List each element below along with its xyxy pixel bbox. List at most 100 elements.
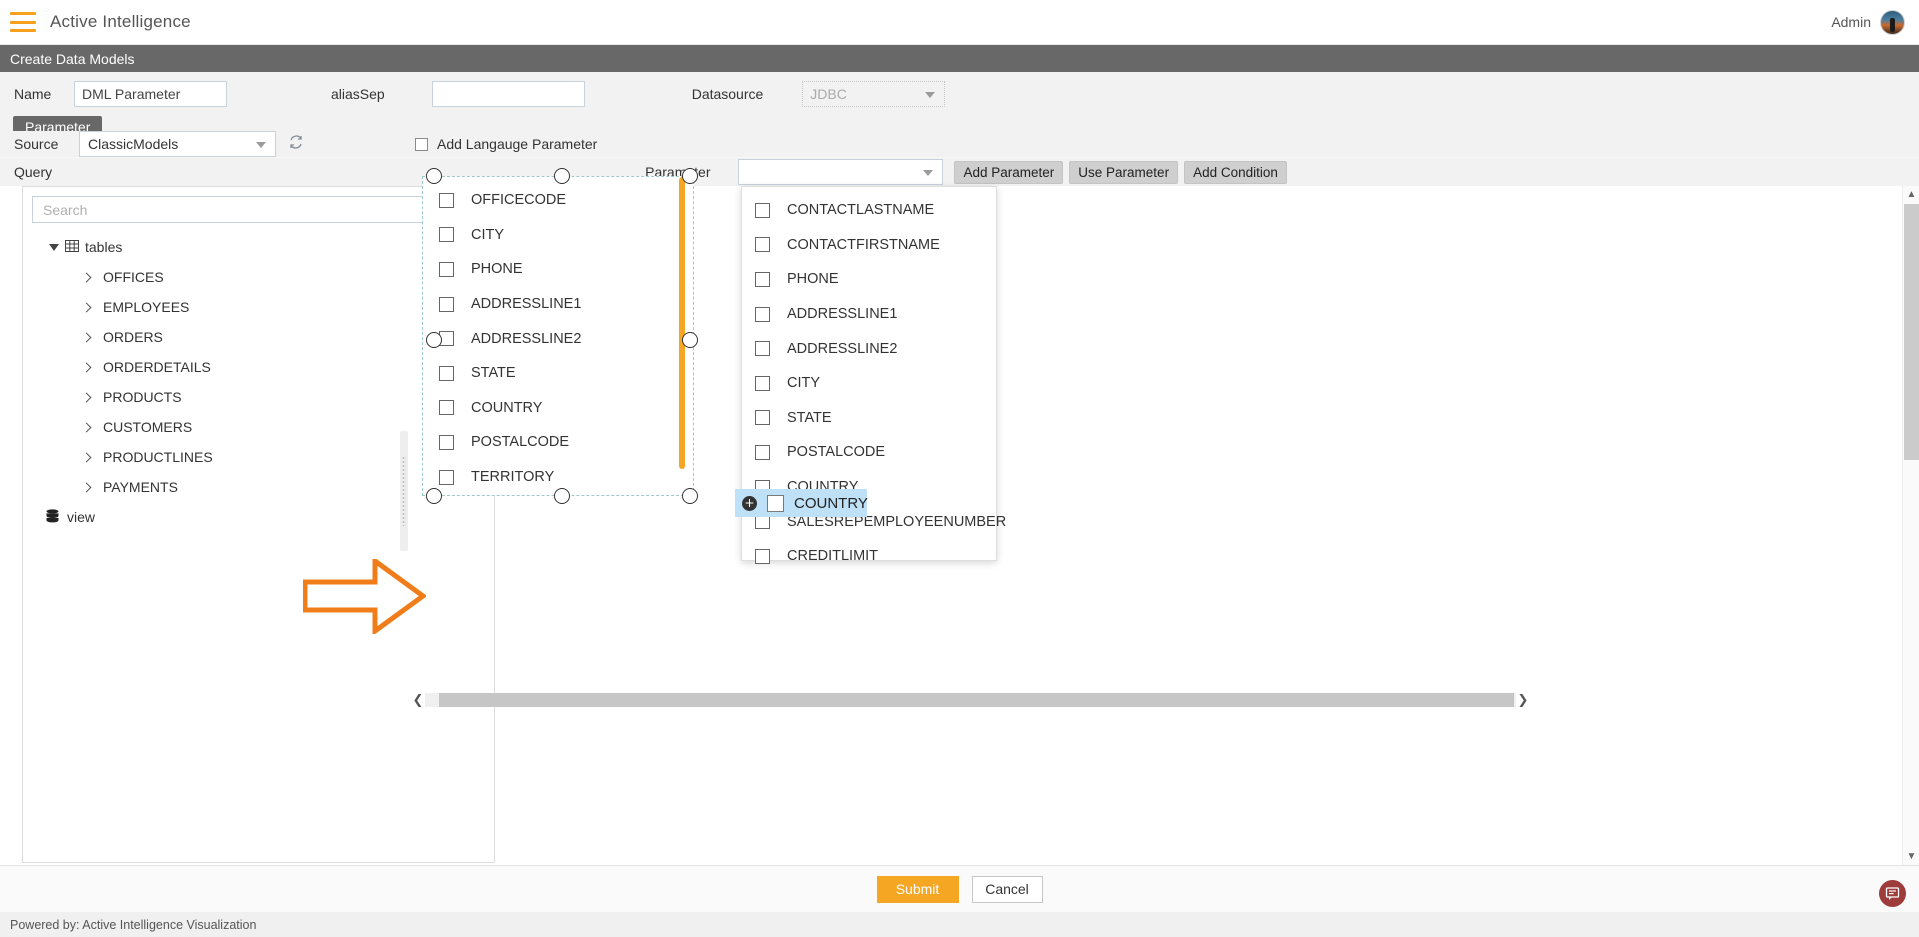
field-label: PHONE (787, 271, 839, 288)
field-checkbox[interactable] (439, 296, 454, 312)
aliassep-input[interactable] (431, 81, 585, 107)
field-row[interactable]: CITY (423, 218, 693, 253)
field-checkbox[interactable] (755, 341, 770, 357)
chevron-right-icon[interactable] (81, 392, 92, 402)
scroll-right-icon[interactable]: ❯ (1516, 692, 1530, 708)
popup-field-row[interactable]: STATE (742, 401, 996, 436)
chevron-right-icon[interactable] (81, 482, 92, 492)
chevron-down-icon[interactable] (49, 243, 59, 251)
popup-field-row[interactable]: PHONE (742, 262, 996, 297)
hscroll-track[interactable] (425, 693, 1516, 707)
tree-item-label: CUSTOMERS (103, 419, 193, 435)
field-row[interactable]: PHONE (423, 252, 693, 287)
field-checkbox[interactable] (755, 444, 770, 460)
field-checkbox[interactable] (439, 469, 454, 485)
scroll-up-icon[interactable]: ▲ (1903, 186, 1919, 203)
field-checkbox[interactable] (755, 237, 770, 253)
field-checkbox[interactable] (439, 227, 454, 243)
database-icon (46, 508, 59, 526)
vscroll-thumb[interactable] (1904, 204, 1919, 460)
cancel-button[interactable]: Cancel (971, 875, 1043, 903)
field-checkbox[interactable] (439, 400, 454, 416)
tree-node-view[interactable]: view (23, 502, 494, 532)
popup-field-row[interactable]: CONTACTFIRSTNAME (742, 228, 996, 263)
scroll-left-icon[interactable]: ❮ (411, 692, 425, 708)
field-row[interactable]: STATE (423, 356, 693, 391)
add-parameter-button[interactable]: Add Parameter (954, 160, 1064, 184)
field-row[interactable]: OFFICECODE (423, 183, 693, 218)
resize-handle-top-center[interactable] (554, 168, 570, 184)
canvas-horizontal-scrollbar[interactable]: ❮ ❯ (411, 689, 1530, 711)
ghost-checkbox (767, 494, 784, 512)
field-checkbox[interactable] (755, 375, 770, 391)
popup-field-row[interactable]: CITY (742, 366, 996, 401)
popup-field-row[interactable]: POSTALCODE (742, 435, 996, 470)
name-label: Name (14, 86, 52, 102)
chevron-right-icon[interactable] (81, 362, 92, 372)
field-row[interactable]: POSTALCODE (423, 425, 693, 460)
resize-handle-bottom-right[interactable] (682, 488, 698, 504)
splitter-grip-icon (402, 456, 406, 526)
field-row[interactable]: ADDRESSLINE2 (423, 321, 693, 356)
refresh-icon[interactable] (288, 134, 304, 155)
add-condition-button[interactable]: Add Condition (1184, 160, 1287, 184)
hamburger-icon[interactable] (10, 12, 36, 32)
field-checkbox[interactable] (439, 434, 454, 450)
user-avatar[interactable] (1880, 9, 1905, 35)
field-checkbox[interactable] (755, 548, 770, 564)
resize-handle-top-right[interactable] (682, 168, 698, 184)
page-vertical-scrollbar[interactable]: ▲ ▼ (1902, 186, 1919, 865)
query-label: Query (14, 164, 53, 180)
field-checkbox[interactable] (755, 410, 770, 426)
resize-handle-bottom-center[interactable] (554, 488, 570, 504)
popup-field-row[interactable]: CONTACTLASTNAME (742, 193, 996, 228)
field-label: POSTALCODE (787, 444, 886, 461)
chevron-right-icon[interactable] (81, 332, 92, 342)
field-row[interactable]: COUNTRY (423, 391, 693, 426)
source-selected-value: ClassicModels (88, 136, 179, 152)
field-checkbox[interactable] (755, 306, 770, 322)
popup-field-row[interactable]: ADDRESSLINE1 (742, 297, 996, 332)
resize-handle-middle-right[interactable] (682, 332, 698, 348)
chevron-right-icon[interactable] (81, 272, 92, 282)
ghost-label: COUNTRY (794, 494, 868, 512)
submit-button[interactable]: Submit (876, 875, 959, 903)
chevron-right-icon[interactable] (81, 302, 92, 312)
tree-node-label: view (67, 509, 96, 525)
tree-item-label: PAYMENTS (103, 479, 178, 495)
use-parameter-button[interactable]: Use Parameter (1069, 160, 1179, 184)
chevron-right-icon[interactable] (81, 422, 92, 432)
source-row: Source ClassicModels Add Langauge Parame… (0, 131, 1919, 157)
field-checkbox[interactable] (755, 202, 770, 218)
resize-handle-middle-left[interactable] (426, 332, 442, 348)
resize-handle-bottom-left[interactable] (426, 488, 442, 504)
popup-field-row[interactable]: CREDITLIMIT (742, 539, 996, 574)
resize-handle-top-left[interactable] (426, 168, 442, 184)
panel-vertical-scrollbar[interactable] (679, 177, 685, 469)
checkbox-box[interactable] (415, 137, 428, 151)
add-language-parameter-checkbox[interactable]: Add Langauge Parameter (415, 136, 597, 152)
add-language-parameter-label: Add Langauge Parameter (437, 136, 598, 152)
field-row[interactable]: ADDRESSLINE1 (423, 287, 693, 322)
field-label: STATE (471, 365, 516, 382)
tree-node-label: tables (85, 239, 123, 255)
chevron-right-icon[interactable] (81, 452, 92, 462)
name-input[interactable] (74, 81, 227, 107)
datasource-select[interactable]: JDBC (802, 81, 946, 107)
tree-item-label: EMPLOYEES (103, 299, 190, 315)
selected-table-panel[interactable]: OFFICECODE CITY PHONE ADDRESSLINE1 ADDRE… (422, 176, 694, 496)
search-box[interactable] (32, 196, 485, 223)
popup-field-row[interactable]: ADDRESSLINE2 (742, 331, 996, 366)
hscroll-thumb[interactable] (439, 693, 1514, 707)
source-select[interactable]: ClassicModels (79, 131, 276, 157)
field-checkbox[interactable] (755, 271, 770, 287)
field-checkbox[interactable] (439, 261, 454, 277)
search-input[interactable] (41, 200, 461, 219)
panel-splitter[interactable] (400, 431, 408, 551)
scroll-down-icon[interactable]: ▼ (1903, 848, 1919, 865)
chat-bubble-icon[interactable] (1879, 880, 1906, 907)
field-checkbox[interactable] (439, 192, 454, 208)
field-checkbox[interactable] (439, 365, 454, 381)
parameter-select[interactable] (738, 159, 944, 185)
tree-item-label: PRODUCTLINES (103, 449, 213, 465)
